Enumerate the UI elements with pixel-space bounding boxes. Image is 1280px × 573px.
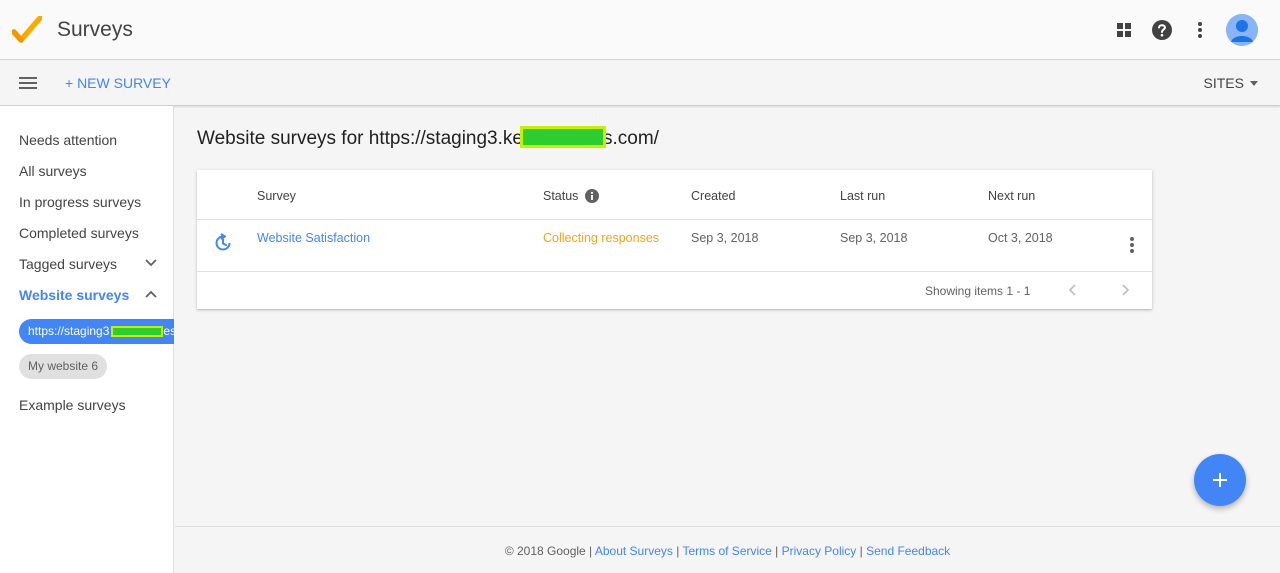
- info-icon[interactable]: [585, 189, 600, 203]
- add-icon: [1213, 473, 1227, 487]
- sidebar-item-completed[interactable]: Completed surveys: [19, 225, 169, 241]
- help-icon[interactable]: [1146, 14, 1178, 46]
- chevron-right-icon[interactable]: [1117, 282, 1133, 298]
- pagination-status: Showing items 1 - 1: [925, 284, 1031, 298]
- survey-last-run: Sep 3, 2018: [840, 231, 908, 245]
- redaction-box: [111, 326, 164, 338]
- footer-copyright: © 2018 Google: [504, 544, 586, 558]
- sidebar-item-needs-attention[interactable]: Needs attention: [19, 132, 169, 148]
- app-title: Surveys: [57, 18, 133, 41]
- chevron-down-icon[interactable]: [145, 259, 157, 267]
- add-survey-fab[interactable]: [1194, 454, 1246, 506]
- survey-created: Sep 3, 2018: [691, 231, 759, 245]
- footer-link-terms[interactable]: Terms of Service: [682, 544, 771, 558]
- sidebar-item-tagged[interactable]: Tagged surveys: [19, 256, 169, 272]
- toolbar: + NEW SURVEY SITES: [0, 60, 1280, 106]
- chevron-up-icon[interactable]: [145, 290, 157, 298]
- in-progress-icon: [215, 233, 231, 251]
- footer-link-about[interactable]: About Surveys: [595, 544, 673, 558]
- sites-label: SITES: [1203, 75, 1244, 91]
- divider: [197, 219, 1152, 220]
- top-actions: [1102, 14, 1258, 46]
- column-header-survey[interactable]: Survey: [257, 189, 296, 203]
- site-chip-label-suffix: es: [163, 324, 174, 338]
- column-header-status[interactable]: Status: [543, 189, 600, 203]
- survey-status: Collecting responses: [543, 231, 660, 245]
- page-title: Website surveys for https://staging3.ke s…: [197, 126, 659, 150]
- sidebar-item-label: Website surveys: [19, 287, 130, 303]
- surveys-table: Survey Status Created Last run Next run …: [197, 170, 1152, 309]
- column-header-last-run[interactable]: Last run: [840, 189, 885, 203]
- sidebar-item-all-surveys[interactable]: All surveys: [19, 163, 169, 179]
- apps-grid-icon[interactable]: [1108, 14, 1140, 46]
- caret-down-icon: [1250, 80, 1258, 86]
- top-app-bar: Surveys: [0, 0, 1280, 60]
- check-logo-icon[interactable]: [12, 16, 42, 44]
- new-survey-button[interactable]: + NEW SURVEY: [65, 75, 171, 91]
- footer: © 2018 Google | About Surveys | Terms of…: [175, 526, 1280, 573]
- column-header-created[interactable]: Created: [691, 189, 735, 203]
- sidebar-item-label: Tagged surveys: [19, 256, 118, 272]
- site-chip-my-website-6[interactable]: My website 6: [19, 354, 108, 379]
- survey-next-run: Oct 3, 2018: [988, 231, 1053, 245]
- divider: [197, 271, 1152, 272]
- menu-icon[interactable]: [18, 73, 38, 93]
- footer-separator: |: [856, 544, 867, 558]
- more-vert-icon[interactable]: [1184, 14, 1216, 46]
- footer-link-feedback[interactable]: Send Feedback: [866, 544, 950, 558]
- row-more-vert-icon[interactable]: [1125, 236, 1139, 254]
- page-title-suffix: s.com/: [602, 128, 659, 150]
- column-header-next-run[interactable]: Next run: [988, 189, 1035, 203]
- footer-separator: |: [585, 544, 595, 558]
- redaction-box: [519, 126, 606, 148]
- survey-name-link[interactable]: Website Satisfaction: [257, 231, 370, 245]
- sidebar: Needs attention All surveys In progress …: [0, 106, 174, 573]
- footer-link-privacy[interactable]: Privacy Policy: [782, 544, 857, 558]
- column-header-label: Status: [543, 189, 579, 203]
- sidebar-item-in-progress[interactable]: In progress surveys: [19, 194, 169, 210]
- sidebar-item-website-surveys[interactable]: Website surveys: [19, 287, 169, 303]
- sidebar-item-example-surveys[interactable]: Example surveys: [19, 397, 169, 413]
- page-title-prefix: Website surveys for https://staging3.ke: [197, 128, 523, 150]
- site-chip-label: https://staging3: [28, 324, 110, 338]
- footer-separator: |: [771, 544, 782, 558]
- account-icon[interactable]: [1226, 14, 1258, 46]
- site-chip-staging3[interactable]: https://staging3 es: [19, 319, 174, 344]
- sites-dropdown[interactable]: SITES: [1204, 75, 1258, 91]
- chevron-left-icon[interactable]: [1065, 282, 1081, 298]
